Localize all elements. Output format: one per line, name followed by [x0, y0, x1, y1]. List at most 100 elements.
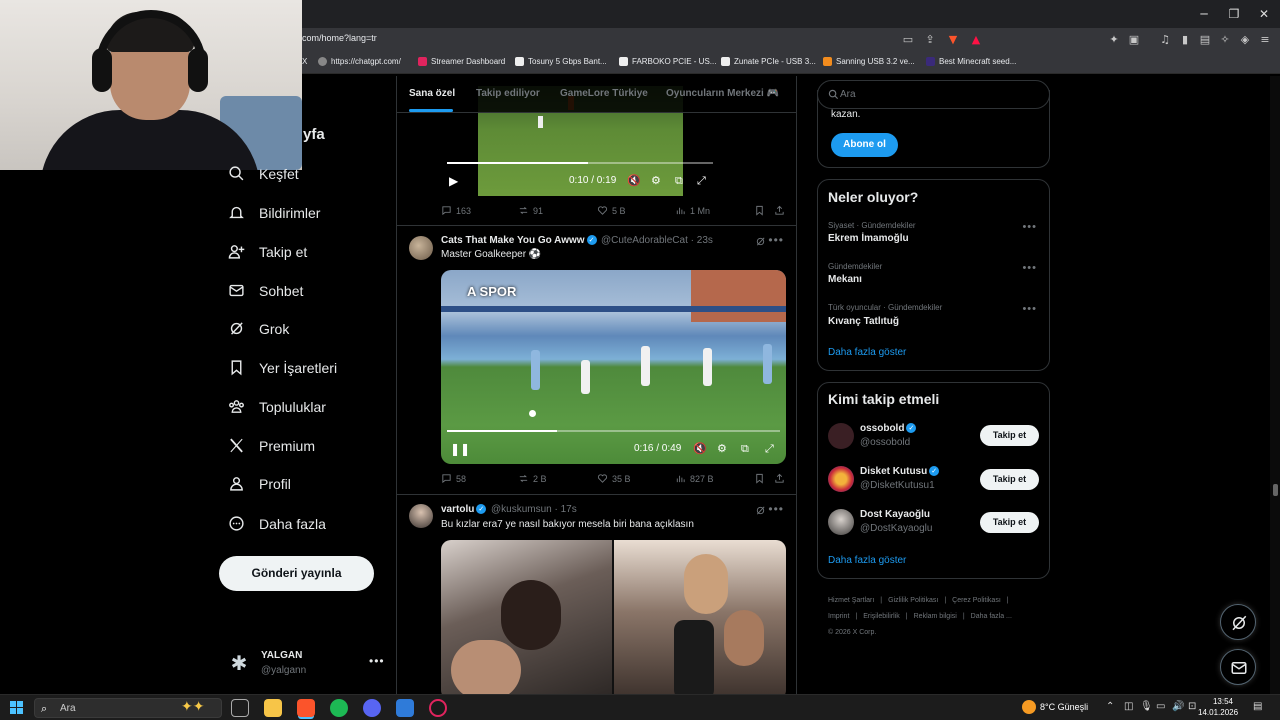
bookmark-item[interactable]: Tosuny 5 Gbps Bant...	[515, 57, 607, 66]
network-icon[interactable]: ▭	[1156, 701, 1165, 712]
footer-link[interactable]: Çerez Politikası	[952, 597, 1001, 604]
footer-link[interactable]: Hizmet Şartları	[828, 597, 874, 604]
sidebar-toggle-icon[interactable]: ▮	[1177, 32, 1193, 48]
extensions-icon[interactable]: ✦	[1106, 32, 1122, 48]
task-view-icon[interactable]	[231, 699, 249, 717]
trend-more-icon[interactable]: •••	[1022, 221, 1037, 233]
vpn-icon[interactable]: ◈	[1237, 32, 1253, 48]
tab-following[interactable]: Takip ediliyor	[476, 88, 540, 99]
follow-button[interactable]: Takip et	[980, 512, 1039, 533]
nav-more[interactable]: Daha fazla	[228, 515, 326, 532]
music-icon[interactable]: ♫	[1157, 32, 1173, 48]
trend-more-icon[interactable]: •••	[1022, 303, 1037, 315]
account-switcher[interactable]: ✱ YALGAN @yalgann •••	[228, 648, 384, 682]
views-button[interactable]: 827 B	[675, 473, 714, 484]
bookmark-item[interactable]: https://chatgpt.com/	[318, 57, 401, 66]
scrollbar-thumb[interactable]	[1273, 484, 1278, 496]
tab-oyuncular[interactable]: Oyuncuların Merkezi 🎮	[666, 88, 779, 99]
trends-show-more-link[interactable]: Daha fazla göster	[828, 347, 906, 358]
subscribe-button[interactable]: Abone ol	[831, 133, 898, 157]
avatar[interactable]	[828, 466, 854, 492]
page-scrollbar[interactable]	[1270, 76, 1280, 694]
grok-float-button[interactable]	[1220, 604, 1256, 640]
nav-notifications[interactable]: Bildirimler	[228, 204, 320, 221]
suggested-user-name[interactable]: ossobold ✓	[860, 423, 917, 434]
nav-bookmarks[interactable]: Yer İşaretleri	[228, 359, 337, 376]
screenshot-icon[interactable]: ▣	[1126, 32, 1142, 48]
like-button[interactable]: 5 B	[597, 205, 626, 216]
obs-icon[interactable]	[429, 699, 447, 717]
menu-icon[interactable]: ≡	[1257, 32, 1273, 48]
search-input[interactable]: Ara	[817, 80, 1050, 109]
avatar[interactable]	[409, 504, 433, 528]
trend-item[interactable]: Ekrem İmamoğlu	[828, 233, 909, 244]
reply-button[interactable]: 163	[441, 205, 471, 216]
repost-button[interactable]: 91	[518, 205, 543, 216]
bookmark-item[interactable]: Zunate PCIe - USB 3...	[721, 57, 816, 66]
settings-icon[interactable]: ⚙	[651, 174, 661, 187]
pip-icon[interactable]: ⧉	[741, 442, 749, 456]
tweet-photo[interactable]	[614, 540, 786, 694]
video-progress[interactable]	[447, 162, 713, 164]
suggested-user-name[interactable]: Dost Kayaoğlu	[860, 509, 930, 520]
avatar[interactable]	[409, 236, 433, 260]
leo-ai-icon[interactable]: ✧	[1217, 32, 1233, 48]
trend-item[interactable]: Mekanı	[828, 274, 862, 285]
bookmark-item[interactable]: X	[302, 57, 307, 66]
nav-follow[interactable]: Takip et	[228, 243, 307, 260]
share-button[interactable]	[774, 473, 785, 484]
bookmark-item[interactable]: FARBOKO PCIE - US...	[619, 57, 716, 66]
post-button[interactable]: Gönderi yayınla	[219, 556, 374, 591]
clock-date[interactable]: 14.01.2026	[1198, 708, 1238, 717]
grok-explain-icon[interactable]	[755, 236, 766, 247]
footer-link[interactable]: Daha fazla ...	[971, 613, 1012, 620]
messages-float-button[interactable]	[1220, 649, 1256, 685]
restore-button[interactable]: ❐	[1226, 6, 1242, 22]
nav-communities[interactable]: Topluluklar	[228, 398, 326, 415]
minimize-button[interactable]: ─	[1196, 6, 1212, 22]
grok-explain-icon[interactable]	[755, 505, 766, 516]
bookmark-button[interactable]	[754, 205, 765, 216]
close-window-button[interactable]: ✕	[1256, 6, 1272, 22]
account-more-icon[interactable]: •••	[369, 654, 385, 668]
url-text[interactable]: com/home?lang=tr	[302, 33, 377, 43]
trend-item[interactable]: Kıvanç Tatlıtuğ	[828, 316, 899, 327]
share-button[interactable]	[774, 205, 785, 216]
bookmark-item[interactable]: Streamer Dashboard	[418, 57, 505, 66]
footer-link[interactable]: Gizlilik Politikası	[888, 597, 938, 604]
clock-time[interactable]: 13:54	[1203, 697, 1233, 706]
fullscreen-icon[interactable]: ⤢	[765, 442, 774, 456]
share-icon[interactable]: ⇪	[922, 32, 938, 48]
file-explorer-icon[interactable]	[264, 699, 282, 717]
tweet-video[interactable]: A SPOR ❚❚ 0:16 / 0:49 🔇 ⚙ ⧉ ⤢	[441, 270, 786, 464]
tray-overflow-icon[interactable]: ⌃	[1106, 701, 1114, 712]
tweet-author-handle[interactable]: @CuteAdorableCat · 23s	[601, 235, 713, 246]
volume-icon[interactable]: 🔊	[1172, 701, 1184, 712]
nav-chat[interactable]: Sohbet	[228, 282, 303, 299]
trend-more-icon[interactable]: •••	[1022, 262, 1037, 274]
follow-button[interactable]: Takip et	[980, 469, 1039, 490]
mute-icon[interactable]: 🔇	[627, 174, 641, 187]
vpn-app-icon[interactable]	[396, 699, 414, 717]
nav-explore[interactable]: Keşfet	[228, 165, 299, 182]
cast-icon[interactable]: ▭	[900, 32, 916, 48]
tray-app-icon[interactable]: ◫	[1124, 701, 1133, 712]
repost-button[interactable]: 2 B	[518, 473, 547, 484]
follow-button[interactable]: Takip et	[980, 425, 1039, 446]
taskbar-search-input[interactable]: ⌕ Ara ✦✦	[34, 698, 222, 718]
mute-icon[interactable]: 🔇	[693, 442, 707, 455]
discord-icon[interactable]	[363, 699, 381, 717]
tweet-photo[interactable]	[441, 540, 612, 694]
pip-icon[interactable]: ⧉	[675, 174, 683, 188]
nav-home-label-partial[interactable]: yfa	[303, 126, 325, 143]
pause-icon[interactable]: ❚❚	[450, 442, 470, 456]
tab-gamelore[interactable]: GameLore Türkiye	[560, 88, 648, 99]
nav-premium[interactable]: Premium	[228, 437, 315, 454]
avatar[interactable]	[828, 423, 854, 449]
brave-shield-icon[interactable]: ▼	[945, 32, 961, 48]
footer-link[interactable]: Erişilebilirlik	[863, 613, 900, 620]
avatar[interactable]	[828, 509, 854, 535]
suggested-user-name[interactable]: Disket Kutusu ✓	[860, 466, 940, 477]
windows-start-icon[interactable]	[10, 701, 24, 715]
like-button[interactable]: 35 B	[597, 473, 631, 484]
